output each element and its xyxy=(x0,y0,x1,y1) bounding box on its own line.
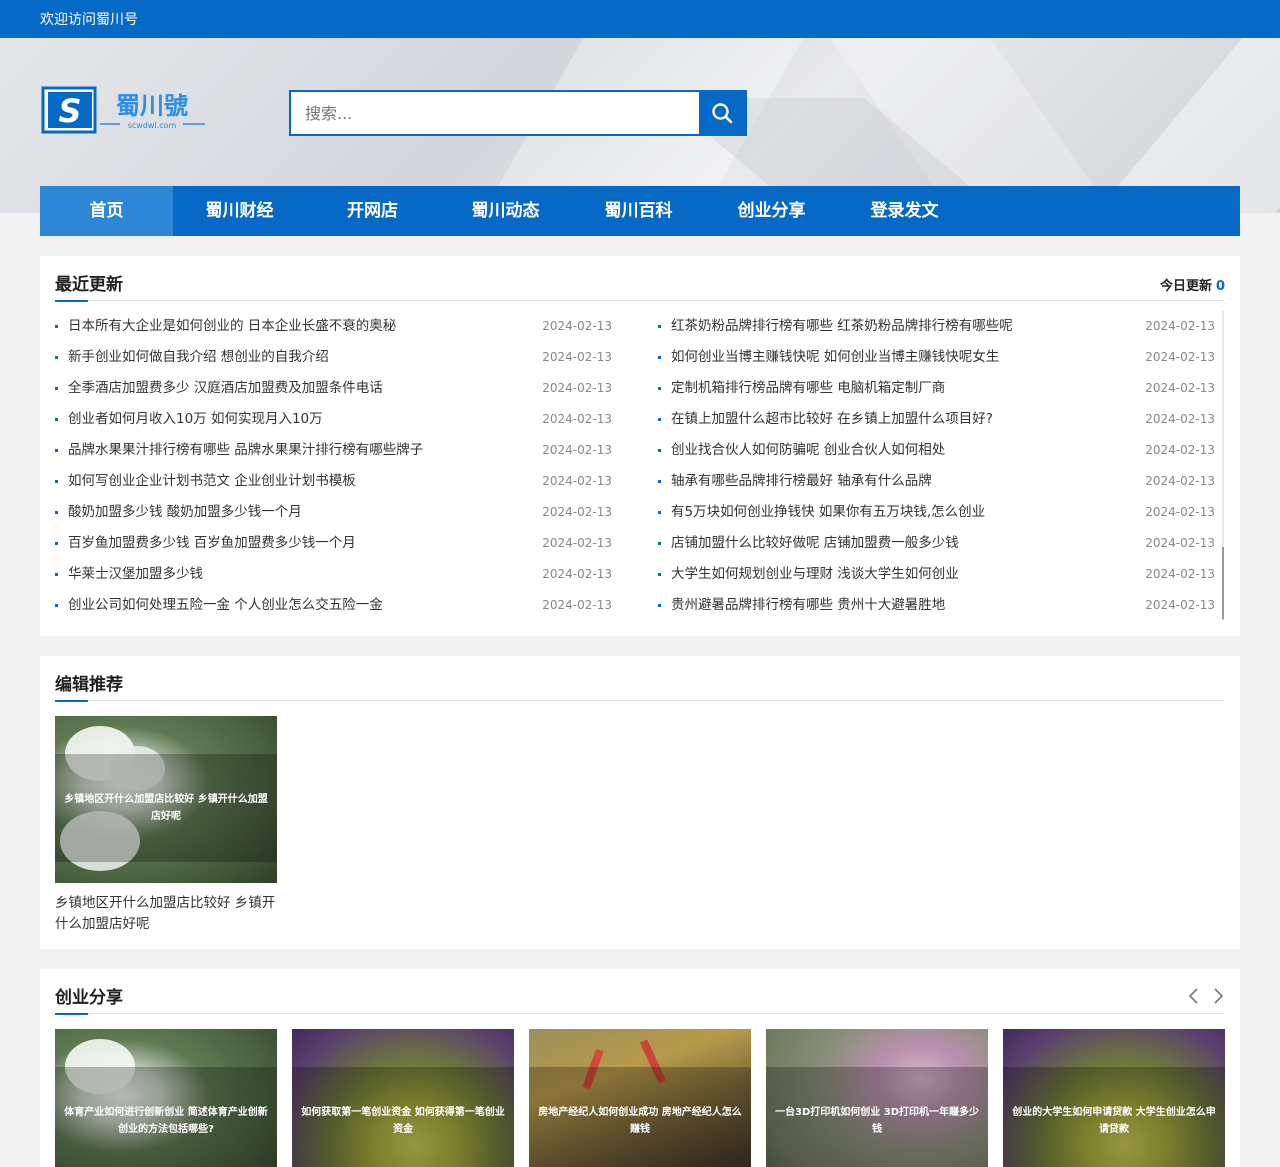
search-box xyxy=(289,90,747,136)
editor-pick-card[interactable]: 乡镇地区开什么加盟店比较好 乡镇开什么加盟店好呢 乡镇地区开什么加盟店比较好 乡… xyxy=(55,716,277,935)
list-item[interactable]: 日本所有大企业是如何创业的 日本企业长盛不衰的奥秘 2024-02-13 xyxy=(55,311,612,342)
list-item[interactable]: 品牌水果果汁排行榜有哪些 品牌水果果汁排行榜有哪些牌子 2024-02-13 xyxy=(55,435,612,466)
startup-share-title: 创业分享 xyxy=(55,983,123,1015)
logo-letter: S xyxy=(58,92,81,130)
card-overlay-text: 一台3D打印机如何创业 3D打印机一年赚多少钱 xyxy=(766,1067,988,1167)
editor-picks-panel: 编辑推荐 乡镇地区开什么加盟店比较好 乡镇开什么加盟店好呢 乡镇地区开什么加盟店… xyxy=(40,656,1240,949)
search-button[interactable] xyxy=(699,92,745,134)
card-caption[interactable]: 乡镇地区开什么加盟店比较好 乡镇开什么加盟店好呢 xyxy=(55,893,277,935)
list-item[interactable]: 大学生如何规划创业与理财 浅谈大学生如何创业 2024-02-13 xyxy=(658,559,1215,590)
main-nav: 首页 蜀川财经 开网店 蜀川动态 蜀川百科 创业分享 登录发文 xyxy=(40,186,1240,236)
list-item[interactable]: 百岁鱼加盟费多少钱 百岁鱼加盟费多少钱一个月 2024-02-13 xyxy=(55,528,612,559)
today-updates-count: 0 xyxy=(1215,279,1225,294)
today-updates-label: 今日更新 xyxy=(1159,279,1212,294)
share-card[interactable]: 房地产经纪人如何创业成功 房地产经纪人怎么赚钱 xyxy=(529,1029,751,1167)
list-item[interactable]: 创业者如何月收入10万 如何实现月入10万 2024-02-13 xyxy=(55,404,612,435)
editor-picks-header: 编辑推荐 xyxy=(55,656,1225,702)
list-item[interactable]: 创业找合伙人如何防骗呢 创业合伙人如何相处 2024-02-13 xyxy=(658,435,1215,466)
recent-scrollbar[interactable] xyxy=(1222,311,1224,621)
nav-item-startup-share[interactable]: 创业分享 xyxy=(705,186,838,236)
card-image[interactable]: 一台3D打印机如何创业 3D打印机一年赚多少钱 xyxy=(766,1029,988,1167)
search-icon xyxy=(712,103,733,124)
search-input[interactable] xyxy=(291,92,699,134)
card-image[interactable]: 体育产业如何进行创新创业 简述体育产业创新创业的方法包括哪些? xyxy=(55,1029,277,1167)
list-item[interactable]: 红茶奶粉品牌排行榜有哪些 红茶奶粉品牌排行榜有哪些呢 2024-02-13 xyxy=(658,311,1215,342)
share-card[interactable]: 一台3D打印机如何创业 3D打印机一年赚多少钱 xyxy=(766,1029,988,1167)
nav-item-news[interactable]: 蜀川动态 xyxy=(439,186,572,236)
scrollbar-thumb[interactable] xyxy=(1222,547,1224,619)
logo-mark: S 蜀川號 scwdwl.com xyxy=(41,86,205,134)
today-updates: 今日更新 0 xyxy=(1160,275,1225,294)
list-item[interactable]: 酸奶加盟多少钱 酸奶加盟多少钱一个月 2024-02-13 xyxy=(55,497,612,528)
share-card[interactable]: 如何获取第一笔创业资金 如何获得第一笔创业资金 xyxy=(292,1029,514,1167)
recent-updates-panel: 最近更新 今日更新 0 日本所有大企业是如何创业的 日本企业长盛不衰的奥秘 2024… xyxy=(40,256,1240,636)
nav-item-home[interactable]: 首页 xyxy=(40,186,173,236)
list-item[interactable]: 新手创业如何做自我介绍 想创业的自我介绍 2024-02-13 xyxy=(55,342,612,373)
recent-updates-header: 最近更新 今日更新 0 xyxy=(55,256,1225,302)
card-overlay-text: 乡镇地区开什么加盟店比较好 乡镇开什么加盟店好呢 xyxy=(55,754,277,862)
logo-domain: scwdwl.com xyxy=(128,121,177,130)
site-logo[interactable]: S 蜀川號 scwdwl.com xyxy=(40,86,210,136)
list-item[interactable]: 华莱士汉堡加盟多少钱 2024-02-13 xyxy=(55,559,612,590)
nav-item-online-store[interactable]: 开网店 xyxy=(306,186,439,236)
chevron-left-icon xyxy=(1188,988,1198,1004)
card-overlay-text: 创业的大学生如何申请贷款 大学生创业怎么申请贷款 xyxy=(1003,1067,1225,1167)
carousel-prev-button[interactable] xyxy=(1187,987,1201,1005)
share-card[interactable]: 体育产业如何进行创新创业 简述体育产业创新创业的方法包括哪些? xyxy=(55,1029,277,1167)
list-item[interactable]: 创业公司如何处理五险一金 个人创业怎么交五险一金 2024-02-13 xyxy=(55,590,612,621)
list-item[interactable]: 贵州避暑品牌排行榜有哪些 贵州十大避暑胜地 2024-02-13 xyxy=(658,590,1215,621)
list-item[interactable]: 有5万块如何创业挣钱快 如果你有五万块钱,怎么创业 2024-02-13 xyxy=(658,497,1215,528)
nav-item-login-post[interactable]: 登录发文 xyxy=(838,186,971,236)
startup-share-header: 创业分享 xyxy=(55,969,1225,1015)
card-overlay-text: 体育产业如何进行创新创业 简述体育产业创新创业的方法包括哪些? xyxy=(55,1067,277,1167)
carousel-controls xyxy=(1187,987,1225,1005)
card-image[interactable]: 乡镇地区开什么加盟店比较好 乡镇开什么加盟店好呢 xyxy=(55,716,277,883)
list-item[interactable]: 定制机箱排行榜品牌有哪些 电脑机箱定制厂商 2024-02-13 xyxy=(658,373,1215,404)
logo-name: 蜀川號 xyxy=(116,92,188,120)
card-image[interactable]: 房地产经纪人如何创业成功 房地产经纪人怎么赚钱 xyxy=(529,1029,751,1167)
list-item[interactable]: 如何创业当博主赚钱快呢 如何创业当博主赚钱快呢女生 2024-02-13 xyxy=(658,342,1215,373)
card-image[interactable]: 创业的大学生如何申请贷款 大学生创业怎么申请贷款 xyxy=(1003,1029,1225,1167)
share-card[interactable]: 创业的大学生如何申请贷款 大学生创业怎么申请贷款 xyxy=(1003,1029,1225,1167)
card-overlay-text: 如何获取第一笔创业资金 如何获得第一笔创业资金 xyxy=(292,1067,514,1167)
list-item[interactable]: 全季酒店加盟费多少 汉庭酒店加盟费及加盟条件电话 2024-02-13 xyxy=(55,373,612,404)
recent-updates-title: 最近更新 xyxy=(55,270,123,302)
list-item[interactable]: 在镇上加盟什么超市比较好 在乡镇上加盟什么项目好? 2024-02-13 xyxy=(658,404,1215,435)
top-welcome-bar: 欢迎访问蜀川号 xyxy=(0,0,1280,38)
card-overlay-text: 房地产经纪人如何创业成功 房地产经纪人怎么赚钱 xyxy=(529,1067,751,1167)
welcome-text: 欢迎访问蜀川号 xyxy=(40,11,138,27)
list-item[interactable]: 如何写创业企业计划书范文 企业创业计划书模板 2024-02-13 xyxy=(55,466,612,497)
list-item[interactable]: 轴承有哪些品牌排行榜最好 轴承有什么品牌 2024-02-13 xyxy=(658,466,1215,497)
editor-picks-title: 编辑推荐 xyxy=(55,670,123,702)
nav-item-finance[interactable]: 蜀川财经 xyxy=(173,186,306,236)
startup-share-panel: 创业分享 体育产业如何进行创新创业 简述体育产业创新创业的方法包括哪些? 如何获… xyxy=(40,969,1240,1167)
chevron-right-icon xyxy=(1214,988,1224,1004)
recent-list-right: 红茶奶粉品牌排行榜有哪些 红茶奶粉品牌排行榜有哪些呢 2024-02-13 如何创… xyxy=(658,311,1215,621)
carousel-next-button[interactable] xyxy=(1211,987,1225,1005)
nav-item-wiki[interactable]: 蜀川百科 xyxy=(572,186,705,236)
card-image[interactable]: 如何获取第一笔创业资金 如何获得第一笔创业资金 xyxy=(292,1029,514,1167)
list-item[interactable]: 店铺加盟什么比较好做呢 店铺加盟费一般多少钱 2024-02-13 xyxy=(658,528,1215,559)
recent-list-left: 日本所有大企业是如何创业的 日本企业长盛不衰的奥秘 2024-02-13 新手创业… xyxy=(55,311,612,621)
